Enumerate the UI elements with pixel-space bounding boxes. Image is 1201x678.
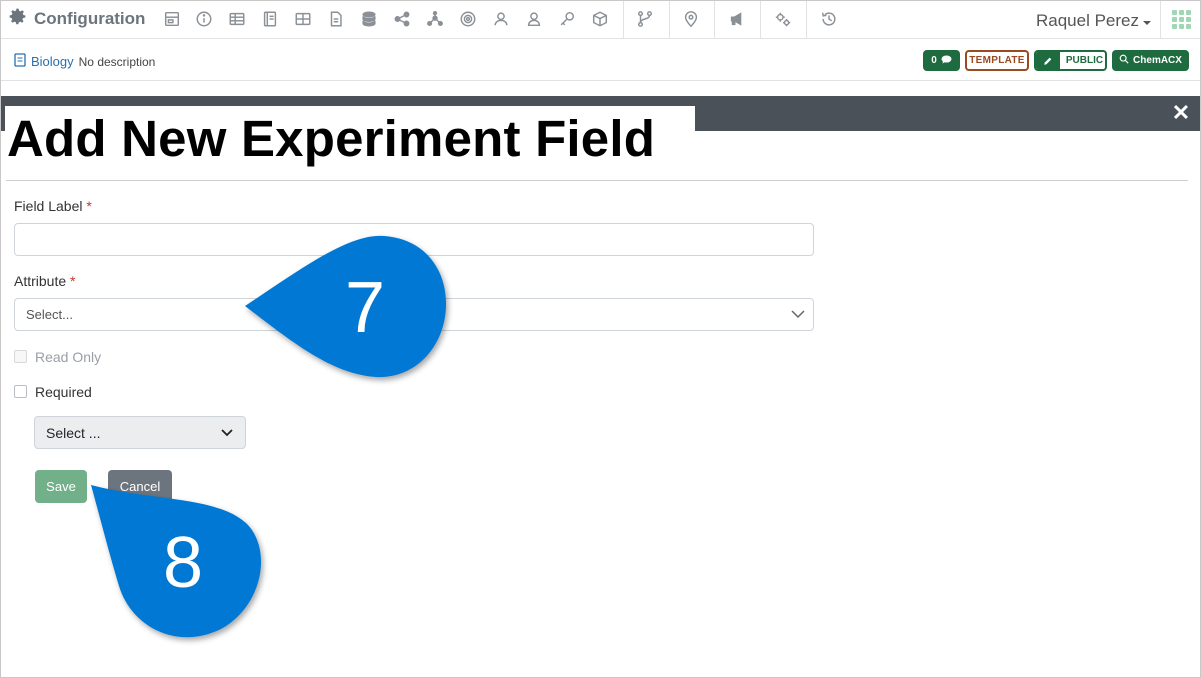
required-marker: * bbox=[86, 198, 92, 214]
history-icon[interactable] bbox=[819, 9, 839, 29]
required-type-value: Select ... bbox=[46, 424, 101, 441]
caret-down-icon bbox=[1143, 20, 1152, 25]
read-only-checkbox[interactable] bbox=[14, 350, 27, 363]
attribute-placeholder: Select... bbox=[26, 307, 73, 322]
public-badge[interactable]: PUBLIC bbox=[1034, 50, 1107, 71]
users-icon[interactable] bbox=[491, 9, 511, 29]
public-label: PUBLIC bbox=[1065, 55, 1104, 66]
chevron-down-icon bbox=[791, 310, 805, 319]
location-pin-icon[interactable] bbox=[681, 9, 701, 29]
field-label-label: Field Label * bbox=[14, 198, 92, 214]
close-icon[interactable]: ✕ bbox=[1171, 102, 1191, 124]
app-window: Configuration Raquel Perez Biology No de… bbox=[0, 0, 1201, 678]
apps-grid-icon[interactable] bbox=[1172, 10, 1191, 29]
chemacx-label: ChemACX bbox=[1133, 55, 1182, 66]
nav-separator bbox=[669, 1, 670, 39]
nav-separator bbox=[760, 1, 761, 39]
notebook-icon bbox=[14, 53, 26, 70]
collection-bar: Biology No description 0 TEMPLATE PUBLIC… bbox=[1, 39, 1200, 81]
collection-description: No description bbox=[78, 54, 156, 69]
megaphone-icon[interactable] bbox=[727, 9, 747, 29]
attribute-select[interactable]: Select... bbox=[14, 298, 814, 331]
pencil-icon bbox=[1036, 52, 1060, 69]
top-navbar: Configuration Raquel Perez bbox=[1, 1, 1200, 39]
field-label-input[interactable] bbox=[14, 223, 814, 256]
badge-icon[interactable] bbox=[458, 9, 478, 29]
save-button[interactable]: Save bbox=[35, 470, 87, 503]
document-icon[interactable] bbox=[326, 9, 346, 29]
required-type-select[interactable]: Select ... bbox=[34, 416, 246, 449]
comments-badge[interactable]: 0 bbox=[923, 50, 960, 71]
read-only-label: Read Only bbox=[35, 349, 102, 365]
chevron-down-icon bbox=[221, 429, 233, 437]
cube-icon[interactable] bbox=[590, 9, 610, 29]
table-icon[interactable] bbox=[227, 9, 247, 29]
collection-name-link[interactable]: Biology bbox=[31, 54, 74, 69]
breadcrumb: Biology No description bbox=[14, 53, 155, 70]
network-icon[interactable] bbox=[425, 9, 445, 29]
modal-title: Add New Experiment Field bbox=[7, 110, 656, 167]
chemacx-button[interactable]: ChemACX bbox=[1112, 50, 1189, 71]
divider bbox=[6, 180, 1188, 181]
database-icon[interactable] bbox=[359, 9, 379, 29]
search-icon bbox=[1119, 54, 1129, 67]
app-brand[interactable]: Configuration bbox=[7, 7, 145, 31]
required-checkbox[interactable] bbox=[14, 385, 27, 398]
user-name: Raquel Perez bbox=[1036, 11, 1140, 30]
gear-icon bbox=[7, 6, 28, 32]
callout-7-number: 7 bbox=[345, 268, 386, 348]
cancel-button[interactable]: Cancel bbox=[108, 470, 172, 503]
required-label: Required bbox=[35, 384, 92, 400]
branch-icon[interactable] bbox=[635, 9, 655, 29]
comment-icon bbox=[941, 54, 952, 67]
share-icon[interactable] bbox=[392, 9, 412, 29]
nav-separator bbox=[714, 1, 715, 39]
grid-table-icon[interactable] bbox=[293, 9, 313, 29]
key-icon[interactable] bbox=[557, 9, 577, 29]
required-marker: * bbox=[70, 273, 76, 289]
user-icon[interactable] bbox=[524, 9, 544, 29]
app-title: Configuration bbox=[34, 9, 146, 28]
attribute-label: Attribute * bbox=[14, 273, 76, 289]
layout-icon[interactable] bbox=[162, 9, 182, 29]
nav-separator bbox=[806, 1, 807, 39]
template-badge[interactable]: TEMPLATE bbox=[965, 50, 1029, 71]
info-icon[interactable] bbox=[194, 9, 214, 29]
comments-count: 0 bbox=[931, 55, 937, 66]
callout-8-number: 8 bbox=[163, 523, 204, 603]
cogs-icon[interactable] bbox=[773, 9, 793, 29]
user-menu[interactable]: Raquel Perez bbox=[1036, 11, 1152, 31]
nav-separator bbox=[1160, 1, 1161, 39]
nav-separator bbox=[623, 1, 624, 39]
notebook-icon[interactable] bbox=[260, 9, 280, 29]
